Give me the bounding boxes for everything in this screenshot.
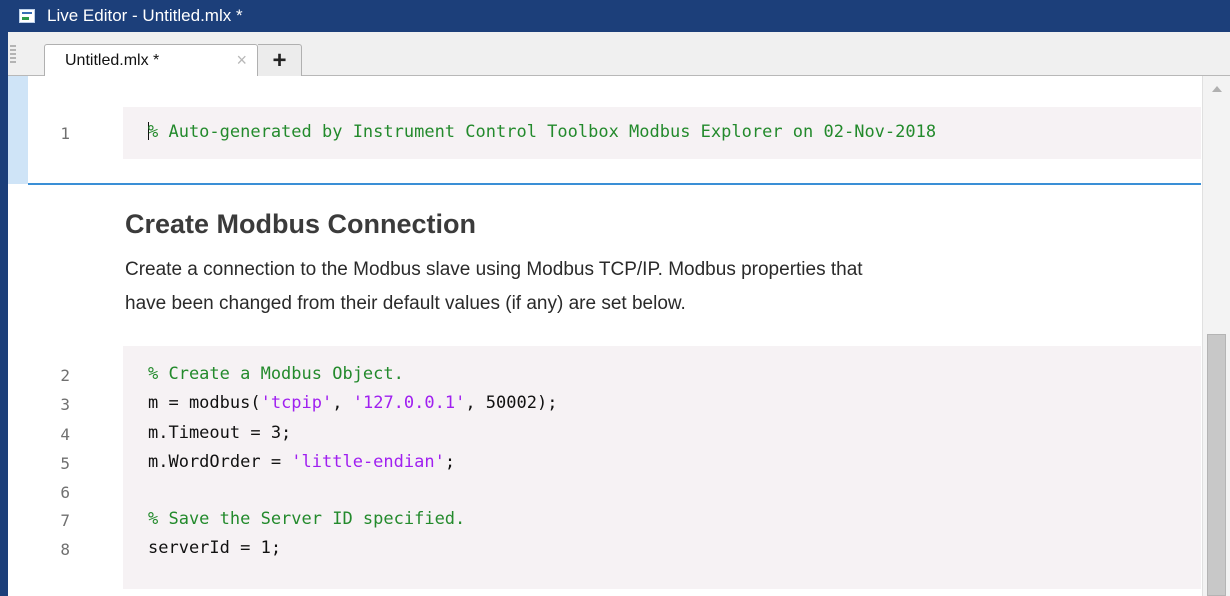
line-number: 2 <box>60 366 70 385</box>
line-number: 5 <box>60 454 70 473</box>
tab-bar: Untitled.mlx * × + <box>8 32 1230 76</box>
code-comment: % Create a Modbus Object. <box>148 364 404 384</box>
code-line[interactable]: m.WordOrder = 'little-endian'; <box>148 452 455 472</box>
code-comment: % Auto-generated by Instrument Control T… <box>148 122 937 142</box>
code-text: ; <box>444 452 456 472</box>
window-title: Live Editor - Untitled.mlx * <box>47 6 243 25</box>
code-line[interactable]: % Create a Modbus Object. <box>148 364 404 384</box>
code-text: , <box>332 393 353 413</box>
code-line[interactable]: m.Timeout = 3; <box>148 423 291 443</box>
grip-handle-icon[interactable] <box>10 45 16 65</box>
code-string: 'little-endian' <box>291 452 445 472</box>
code-text: m = modbus( <box>148 393 261 413</box>
section-separator <box>28 183 1201 185</box>
section-text[interactable]: have been changed from their default val… <box>125 293 686 315</box>
section-heading[interactable]: Create Modbus Connection <box>125 209 476 240</box>
code-comment: % Save the Server ID specified. <box>148 509 466 529</box>
title-bar[interactable]: Live Editor - Untitled.mlx * <box>8 0 1230 32</box>
code-text: serverId = 1; <box>148 538 282 558</box>
tab-label: Untitled.mlx * <box>65 51 160 69</box>
tab-untitled[interactable]: Untitled.mlx * × <box>44 44 258 76</box>
window-frame <box>0 0 8 596</box>
code-line[interactable]: % Save the Server ID specified. <box>148 509 465 529</box>
line-number: 1 <box>60 124 70 143</box>
line-number: 4 <box>60 425 70 444</box>
scroll-thumb[interactable] <box>1207 334 1226 596</box>
vertical-scrollbar[interactable] <box>1202 76 1230 596</box>
line-number: 3 <box>60 395 70 414</box>
code-line[interactable]: m = modbus('tcpip', '127.0.0.1', 50002); <box>148 393 557 413</box>
line-number: 8 <box>60 540 70 559</box>
line-number: 7 <box>60 511 70 530</box>
close-icon[interactable]: × <box>236 50 247 71</box>
add-tab-button[interactable]: + <box>258 44 302 76</box>
scroll-up-arrow-icon[interactable] <box>1212 86 1222 92</box>
code-string: '127.0.0.1' <box>352 393 466 413</box>
section-text[interactable]: Create a connection to the Modbus slave … <box>125 259 863 281</box>
live-editor-window: Live Editor - Untitled.mlx * Untitled.ml… <box>0 0 1230 596</box>
active-section-indicator <box>8 76 28 184</box>
code-line[interactable]: % Auto-generated by Instrument Control T… <box>148 122 936 142</box>
live-editor-app-icon <box>19 9 35 23</box>
code-text: , 50002); <box>465 393 558 413</box>
line-number: 6 <box>60 483 70 502</box>
code-text: m.Timeout = 3; <box>148 423 292 443</box>
code-string: 'tcpip' <box>260 393 333 413</box>
code-text: m.WordOrder = <box>148 452 292 472</box>
code-line[interactable]: serverId = 1; <box>148 538 281 558</box>
